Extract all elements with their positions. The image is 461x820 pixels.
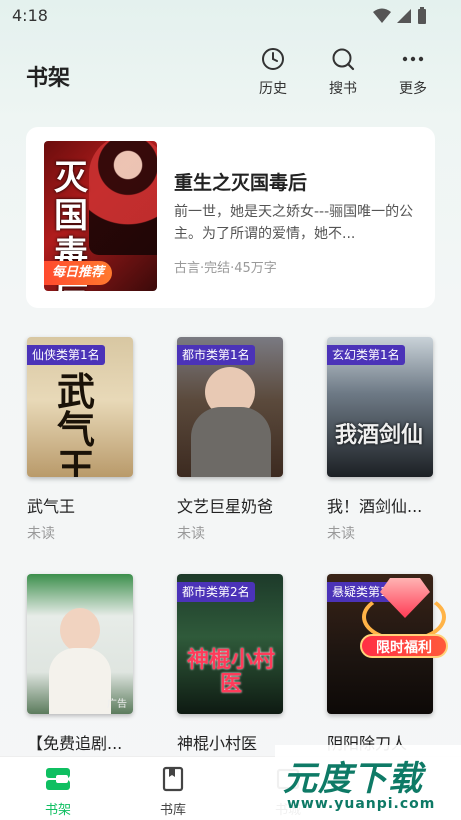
ad-label: 广告	[107, 699, 127, 710]
book-icon	[162, 766, 184, 792]
watermark-logo-text: 元度下载	[283, 759, 423, 799]
book-cover: 都市类第1名	[177, 337, 283, 477]
cover-body-art	[191, 407, 271, 477]
limited-welfare-promo[interactable]: 限时福利	[358, 578, 450, 662]
book-title: 武气王	[27, 497, 76, 516]
read-status: 未读	[327, 526, 355, 542]
featured-book-card[interactable]: 灭国毒后 每日推荐 重生之灭国毒后 前一世，她是天之娇女---骊国唯一的公主。为…	[26, 127, 435, 308]
book-cover: 武气王 仙侠类第1名	[27, 337, 133, 477]
book-item[interactable]: 我酒剑仙 玄幻类第1名 我！酒剑仙... 未读	[327, 337, 435, 543]
featured-book-cover: 灭国毒后 每日推荐	[44, 141, 157, 291]
wifi-icon	[373, 8, 391, 23]
read-status: 未读	[27, 526, 55, 542]
book-title: 我！酒剑仙...	[327, 497, 423, 516]
cover-person-art	[60, 608, 100, 652]
signal-icon	[397, 9, 411, 23]
book-title: 【免费追剧...	[27, 734, 123, 753]
search-button[interactable]: 搜书	[323, 46, 363, 98]
bookshelf-icon	[46, 768, 70, 790]
status-time: 4:18	[12, 6, 48, 25]
page-title: 书架	[26, 66, 71, 91]
book-cover: 神棍小村医 都市类第2名	[177, 574, 283, 714]
book-item[interactable]: 神棍小村医 都市类第2名 神棍小村医	[177, 574, 285, 754]
book-cover: 我酒剑仙 玄幻类第1名	[327, 337, 433, 477]
history-label: 历史	[259, 81, 287, 97]
nav-bookshelf-label: 书架	[44, 803, 71, 818]
book-item[interactable]: 都市类第1名 文艺巨星奶爸 未读	[177, 337, 285, 543]
rank-badge: 都市类第2名	[177, 582, 255, 602]
ad-cover: 广告	[27, 574, 133, 714]
promo-label: 限时福利	[360, 634, 448, 658]
book-title: 神棍小村医	[177, 734, 258, 753]
cover-figure-art	[89, 141, 157, 255]
history-button[interactable]: 历史	[253, 46, 293, 98]
search-icon	[332, 48, 355, 71]
search-label: 搜书	[329, 81, 357, 97]
cover-title-art: 神棍小村医	[187, 647, 276, 697]
status-icons	[373, 7, 427, 25]
rank-badge: 玄幻类第1名	[327, 345, 405, 365]
rank-badge: 仙侠类第1名	[27, 345, 105, 365]
watermark-url: www.yuanpi.com	[287, 796, 436, 812]
battery-icon	[418, 7, 426, 24]
watermark: 元度下载 www.yuanpi.com	[275, 745, 461, 820]
cover-body-art	[49, 648, 111, 714]
rank-badge: 都市类第1名	[177, 345, 255, 365]
daily-recommend-badge: 每日推荐	[44, 261, 113, 285]
featured-book-description: 前一世，她是天之娇女---骊国唯一的公主。为了所谓的爱情，她不...	[174, 204, 414, 242]
clock-icon	[262, 48, 284, 70]
more-button[interactable]: 更多	[393, 46, 433, 98]
featured-book-meta: 古言·完结·45万字	[174, 261, 277, 276]
nav-library-label: 书库	[159, 803, 186, 818]
featured-book-title: 重生之灭国毒后	[174, 172, 308, 194]
nav-library[interactable]: 书库	[143, 765, 203, 818]
more-icon	[402, 56, 424, 62]
ad-item[interactable]: 广告 【免费追剧...	[27, 574, 135, 754]
cover-title-art: 我酒剑仙	[335, 422, 424, 448]
header-actions: 历史 搜书 更多	[253, 46, 433, 98]
more-label: 更多	[399, 81, 427, 97]
read-status: 未读	[177, 526, 205, 542]
book-item[interactable]: 武气王 仙侠类第1名 武气王 未读	[27, 337, 135, 543]
status-bar: 4:18	[0, 0, 461, 32]
nav-bookshelf[interactable]: 书架	[28, 765, 88, 818]
cover-title-art: 武气王	[57, 369, 96, 478]
book-title: 文艺巨星奶爸	[177, 497, 274, 516]
